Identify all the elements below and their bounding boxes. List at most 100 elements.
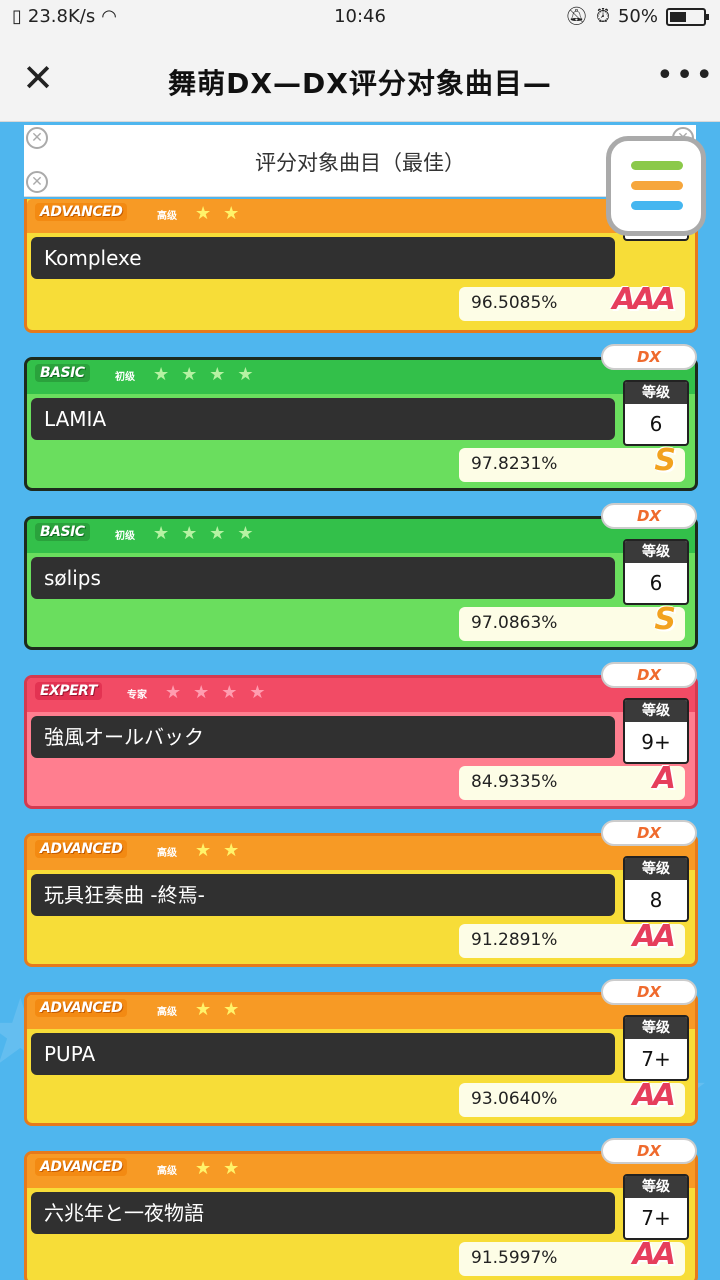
difficulty-label: BASIC [35, 364, 90, 382]
rank-badge: A [652, 761, 676, 796]
alarm-icon: ⏰︎ [595, 6, 610, 27]
star-rating: ★★ [195, 840, 252, 861]
battery-fill [670, 11, 686, 22]
dx-tag: DX [601, 979, 697, 1005]
level-label: 等级 [625, 700, 687, 722]
achievement-score: 84.9335% [471, 772, 558, 792]
achievement-score: 97.8231% [471, 454, 558, 474]
level-box: 等级 8 [623, 856, 689, 922]
difficulty-label-cn: 高级 [157, 848, 177, 859]
score-box: 97.8231% S [459, 443, 685, 482]
close-icon[interactable]: ✕ [26, 127, 48, 149]
dx-tag: DX [601, 1138, 697, 1164]
song-title: 強風オールバック [31, 716, 615, 758]
level-box: 等级 7+ [623, 1015, 689, 1081]
song-title: Komplexe [31, 237, 615, 279]
rank-badge: S [654, 602, 676, 637]
title-bar: ✕ 舞萌DX—DX评分对象曲目— ••• [0, 36, 720, 122]
star-rating: ★★★★ [153, 523, 266, 544]
difficulty-label-cn: 高级 [157, 1166, 177, 1177]
level-value: 6 [649, 571, 663, 595]
level-label: 等级 [625, 1017, 687, 1039]
song-card[interactable]: BASIC 初级 ★★★★ DX sølips 等级 6 97.0863% S [24, 503, 698, 650]
mute-icon: 🔕︎ [565, 6, 588, 27]
level-value: 6 [649, 412, 663, 436]
difficulty-label: ADVANCED [35, 840, 128, 858]
score-box: 93.0640% AA [459, 1078, 685, 1117]
level-box: 等级 7+ [623, 1174, 689, 1240]
score-box: 91.5997% AA [459, 1237, 685, 1276]
section-banner: ✕ ✕ ✕ 评分对象曲目（最佳） [24, 125, 696, 197]
song-card[interactable]: ADVANCED 高级 ★★ Komplexe 7+ 96.5085% AAA [24, 197, 698, 333]
level-label: 等级 [625, 541, 687, 563]
star-rating: ★★ [195, 1158, 252, 1179]
more-options-icon[interactable]: ••• [656, 58, 713, 98]
level-label: 等级 [625, 858, 687, 880]
score-box: 91.2891% AA [459, 919, 685, 958]
song-title: 六兆年と一夜物語 [31, 1192, 615, 1234]
dx-tag: DX [601, 344, 697, 370]
score-box: 96.5085% AAA [459, 282, 685, 321]
achievement-score: 91.2891% [471, 930, 558, 950]
song-title: PUPA [31, 1033, 615, 1075]
achievement-score: 91.5997% [471, 1248, 558, 1268]
status-bar: ▯ 23.8K/s ◠ 10:46 🔕︎ ⏰︎ 50% [0, 0, 720, 36]
achievement-score: 96.5085% [471, 293, 558, 313]
achievement-score: 97.0863% [471, 613, 558, 633]
level-box: 等级 9+ [623, 698, 689, 764]
difficulty-band [27, 1154, 695, 1188]
level-value: 7+ [641, 1206, 671, 1230]
menu-bar-green [631, 161, 683, 170]
dx-tag: DX [601, 662, 697, 688]
page-title: 舞萌DX—DX评分对象曲目— [168, 67, 552, 100]
rank-badge: AAA [612, 282, 676, 317]
battery-percent: 50% [617, 6, 658, 27]
level-label: 等级 [625, 382, 687, 404]
star-rating: ★★ [195, 999, 252, 1020]
banner-title: 评分对象曲目（最佳） [255, 151, 465, 175]
star-rating: ★★★★ [153, 364, 266, 385]
difficulty-band [27, 199, 695, 233]
rank-badge: AA [632, 1078, 676, 1113]
song-card[interactable]: ADVANCED 高级 ★★ DX 六兆年と一夜物語 等级 7+ 91.5997… [24, 1138, 698, 1280]
difficulty-label: BASIC [35, 523, 90, 541]
song-card[interactable]: EXPERT 专家 ★★★★ DX 強風オールバック 等级 9+ 84.9335… [24, 662, 698, 809]
song-title: 玩具狂奏曲 -終焉- [31, 874, 615, 916]
difficulty-band [27, 836, 695, 870]
level-box: 等级 6 [623, 539, 689, 605]
level-value: 7+ [641, 1047, 671, 1071]
difficulty-label: ADVANCED [35, 999, 128, 1017]
rank-badge: AA [632, 919, 676, 954]
song-title: LAMIA [31, 398, 615, 440]
rank-badge: AA [632, 1237, 676, 1272]
difficulty-band [27, 995, 695, 1029]
level-box: 等级 6 [623, 380, 689, 446]
menu-bar-blue [631, 201, 683, 210]
level-label: 等级 [625, 1176, 687, 1198]
difficulty-label-cn: 高级 [157, 211, 177, 222]
difficulty-label-cn: 专家 [127, 690, 147, 701]
menu-bar-orange [631, 181, 683, 190]
battery-icon [666, 7, 709, 26]
difficulty-label: EXPERT [35, 682, 102, 700]
difficulty-label: ADVANCED [35, 1158, 128, 1176]
star-rating: ★★★★ [165, 682, 278, 703]
song-card[interactable]: ADVANCED 高级 ★★ DX 玩具狂奏曲 -終焉- 等级 8 91.289… [24, 820, 698, 967]
close-icon[interactable]: ✕ [18, 58, 58, 98]
star-rating: ★★ [195, 203, 252, 224]
song-card[interactable]: ADVANCED 高级 ★★ DX PUPA 等级 7+ 93.0640% AA [24, 979, 698, 1126]
difficulty-label: ADVANCED [35, 203, 128, 221]
level-value: 9+ [641, 730, 671, 754]
song-title: sølips [31, 557, 615, 599]
difficulty-label-cn: 高级 [157, 1007, 177, 1018]
level-value: 8 [649, 888, 663, 912]
achievement-score: 93.0640% [471, 1089, 558, 1109]
score-box: 84.9335% A [459, 761, 685, 800]
difficulty-label-cn: 初级 [115, 531, 135, 542]
dx-tag: DX [601, 503, 697, 529]
score-box: 97.0863% S [459, 602, 685, 641]
song-card[interactable]: BASIC 初级 ★★★★ DX LAMIA 等级 6 97.8231% S [24, 344, 698, 491]
difficulty-label-cn: 初级 [115, 372, 135, 383]
dx-tag: DX [601, 820, 697, 846]
menu-button[interactable] [606, 136, 706, 236]
